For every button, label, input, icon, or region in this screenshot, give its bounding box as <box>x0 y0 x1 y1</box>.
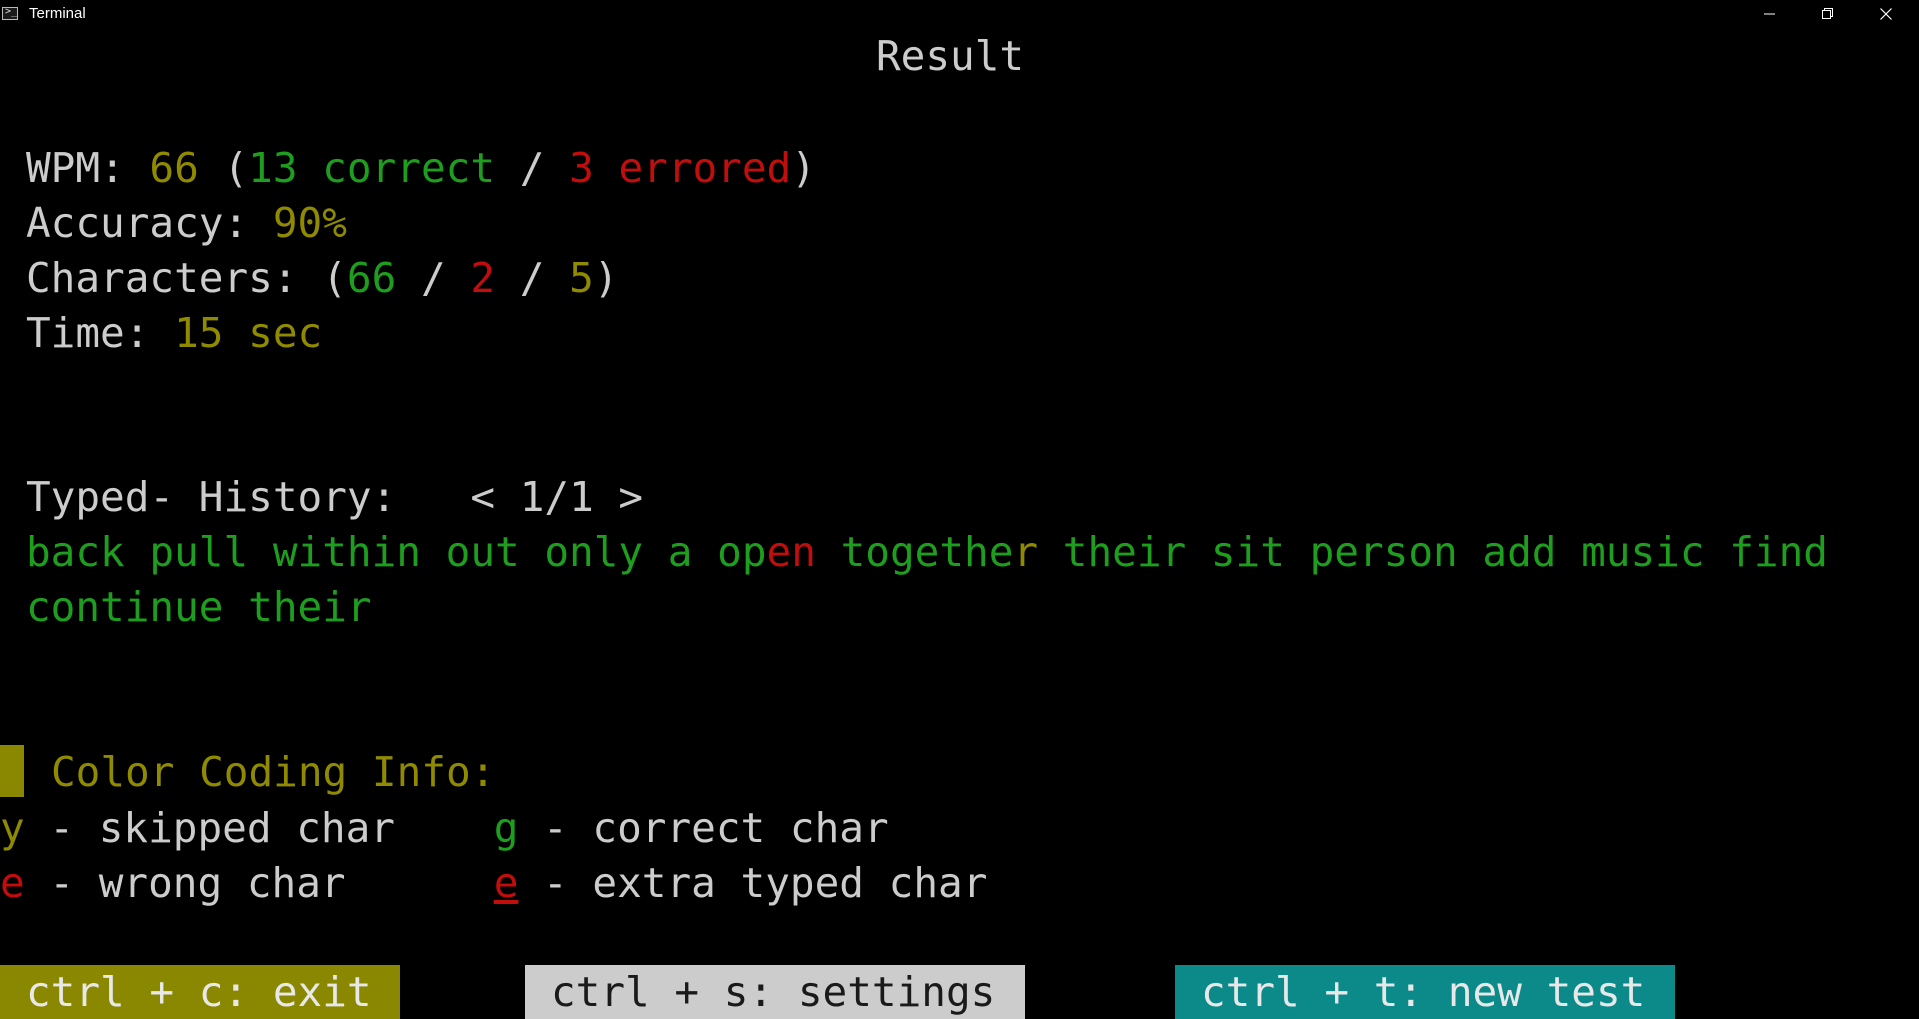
wpm-close-paren: ) <box>791 144 816 192</box>
accuracy-line: Accuracy: 90% <box>26 196 816 251</box>
wpm-line: WPM: 66 (13 correct / 3 errored) <box>26 141 816 196</box>
chars-separator-1: / <box>396 254 471 302</box>
legend-title: Color Coding Info: <box>51 748 496 796</box>
window-title: Terminal <box>29 5 86 22</box>
chars-close-paren: ) <box>593 254 619 302</box>
title-bar: >_ Terminal <box>0 0 1919 28</box>
history-wrong-chars: en <box>766 528 816 576</box>
history-line-1: back pull within out only a open togethe… <box>26 525 1828 580</box>
typed-history-text: back pull within out only a open togethe… <box>26 525 1828 635</box>
stats-block: WPM: 66 (13 correct / 3 errored) Accuracy… <box>26 141 816 361</box>
minimize-icon <box>1764 13 1775 15</box>
chars-separator-2: / <box>495 254 570 302</box>
history-label: Typed- History: <box>26 473 471 521</box>
history-header: Typed- History: < 1/1 > <box>26 470 643 525</box>
characters-label: Characters: ( <box>26 254 347 302</box>
errored-words: 3 errored <box>569 144 792 192</box>
legend-skipped-desc: - skipped char <box>24 804 494 852</box>
history-correct-1: back pull within out only a op <box>26 528 767 576</box>
history-correct-4: continue their <box>26 583 372 631</box>
close-icon <box>1880 8 1892 20</box>
legend-marker <box>0 745 24 797</box>
wpm-value: 66 <box>149 144 199 192</box>
legend-extra-key: e <box>493 859 519 907</box>
wpm-separator: / <box>495 144 570 192</box>
wpm-label: WPM: <box>26 144 150 192</box>
history-correct-3: their sit person add music find <box>1038 528 1828 576</box>
exit-shortcut[interactable]: ctrl + c: exit <box>0 965 400 1019</box>
history-line-2: continue their <box>26 580 1828 635</box>
new-test-shortcut[interactable]: ctrl + t: new test <box>1175 965 1675 1019</box>
legend-correct-desc: - correct char <box>518 804 889 852</box>
restore-icon <box>1822 8 1833 19</box>
terminal-app-icon: >_ <box>2 6 18 20</box>
accuracy-value: 90% <box>272 199 347 247</box>
chars-skipped: 5 <box>569 254 594 302</box>
time-line: Time: 15 sec <box>26 306 816 361</box>
time-value: 15 sec <box>174 309 323 357</box>
time-label: Time: <box>26 309 175 357</box>
minimize-button[interactable] <box>1741 0 1799 28</box>
result-heading: Result <box>876 32 1025 80</box>
wpm-open-paren: ( <box>198 144 249 192</box>
legend-wrong-desc: - wrong char <box>24 859 494 907</box>
legend-extra-desc: - extra typed char <box>518 859 988 907</box>
close-button[interactable] <box>1857 0 1915 28</box>
legend-row-1: y - skipped char g - correct char <box>0 801 889 856</box>
legend-correct-key: g <box>493 804 519 852</box>
chars-correct: 66 <box>346 254 397 302</box>
legend-skipped-key: y <box>0 804 25 852</box>
history-skipped-char: r <box>1013 528 1039 576</box>
restore-button[interactable] <box>1799 0 1857 28</box>
settings-shortcut[interactable]: ctrl + s: settings <box>525 965 1025 1019</box>
characters-line: Characters: (66 / 2 / 5) <box>26 251 816 306</box>
chars-wrong: 2 <box>470 254 496 302</box>
legend-row-2: e - wrong char e - extra typed char <box>0 856 987 911</box>
history-correct-2: togethe <box>815 528 1014 576</box>
correct-words: 13 correct <box>248 144 496 192</box>
history-pager[interactable]: < 1/1 > <box>470 473 643 521</box>
accuracy-label: Accuracy: <box>26 199 273 247</box>
legend-wrong-key: e <box>0 859 25 907</box>
